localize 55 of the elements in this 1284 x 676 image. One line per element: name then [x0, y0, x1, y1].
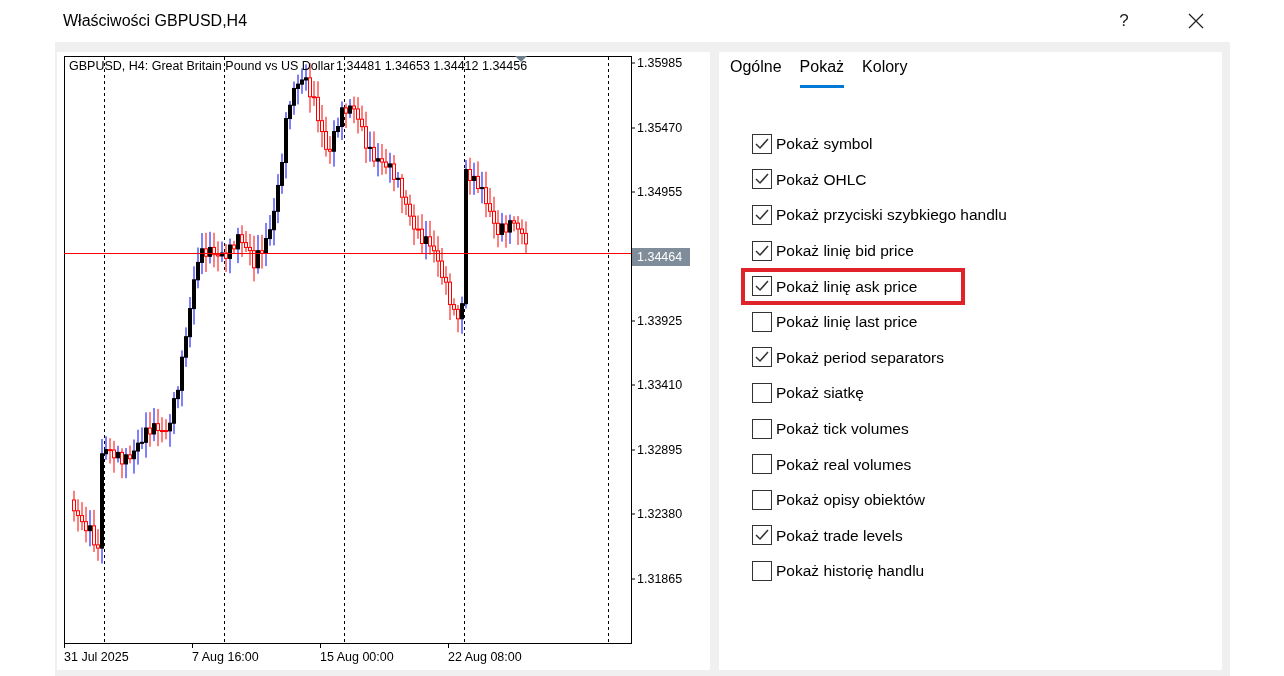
- ohlc-values: 1.34481 1.34653 1.34412 1.34456: [336, 59, 528, 73]
- checkbox-label: Pokaż przyciski szybkiego handlu: [776, 205, 1007, 226]
- checkbox[interactable]: [752, 560, 772, 581]
- help-button[interactable]: ?: [1101, 0, 1147, 42]
- checkmark-icon: [755, 351, 769, 364]
- price-axis-label: 1.35470: [637, 121, 683, 135]
- price-axis-label: 1.33410: [637, 378, 683, 392]
- checkbox[interactable]: [752, 418, 772, 439]
- checkmark-icon: [755, 137, 769, 150]
- checkbox[interactable]: [752, 133, 772, 154]
- checkbox-label: Pokaż real volumes: [776, 454, 912, 475]
- checkbox[interactable]: [752, 454, 772, 475]
- checkbox-label: Pokaż linię bid price: [776, 240, 914, 261]
- close-icon: [1188, 13, 1204, 29]
- checkbox-label: Pokaż OHLC: [776, 169, 867, 190]
- checkmark-icon: [755, 280, 769, 293]
- checkbox[interactable]: [752, 205, 772, 225]
- checkbox-label: Pokaż linię ask price: [776, 276, 918, 297]
- price-axis-label: 1.33925: [637, 314, 683, 328]
- checkmark-icon: [755, 209, 769, 221]
- checkbox-label: Pokaż tick volumes: [776, 418, 909, 439]
- price-axis-label: 1.35985: [637, 56, 683, 70]
- checkbox[interactable]: [752, 525, 772, 546]
- checkbox[interactable]: [752, 382, 772, 403]
- checkmark-icon: [755, 529, 769, 542]
- chart-header: GBPUSD, H4: Great Britain Pound vs US Dollar: [69, 59, 335, 73]
- checkbox-label: Pokaż historię handlu: [776, 561, 925, 582]
- checkbox[interactable]: [752, 311, 772, 332]
- checkmark-icon: [755, 244, 769, 257]
- checkbox-label: Pokaż trade levels: [776, 525, 903, 546]
- price-axis-label: 1.31865: [637, 572, 683, 586]
- checkbox[interactable]: [752, 276, 772, 297]
- price-axis-label: 1.34955: [637, 185, 683, 199]
- checkbox-label: Pokaż linię last price: [776, 312, 918, 333]
- tab[interactable]: Ogólne: [730, 52, 782, 88]
- checkbox[interactable]: [752, 489, 772, 510]
- bid-price-tag: 1.34464: [632, 248, 690, 266]
- price-axis-label: 1.32380: [637, 507, 683, 521]
- time-axis-label: 22 Aug 08:00: [448, 650, 522, 664]
- checkmark-icon: [755, 173, 769, 186]
- price-axis-label: 1.32895: [637, 443, 683, 457]
- window-title: Właściwości GBPUSD,H4: [63, 11, 248, 31]
- checkbox[interactable]: [752, 347, 772, 368]
- triangle-marker-icon: [515, 56, 527, 62]
- tab[interactable]: Pokaż: [799, 52, 845, 88]
- checkbox-label: Pokaż siatkę: [776, 383, 864, 404]
- checkbox[interactable]: [752, 240, 772, 261]
- tab[interactable]: Kolory: [862, 52, 908, 88]
- checkbox[interactable]: [752, 169, 772, 190]
- checkbox-label: Pokaż opisy obiektów: [776, 490, 926, 511]
- time-axis-label: 15 Aug 00:00: [320, 650, 394, 664]
- checkbox-label: Pokaż period separators: [776, 347, 944, 368]
- checkbox-label: Pokaż symbol: [776, 134, 873, 155]
- time-axis-label: 31 Jul 2025: [64, 650, 129, 664]
- time-axis-label: 7 Aug 16:00: [192, 650, 259, 664]
